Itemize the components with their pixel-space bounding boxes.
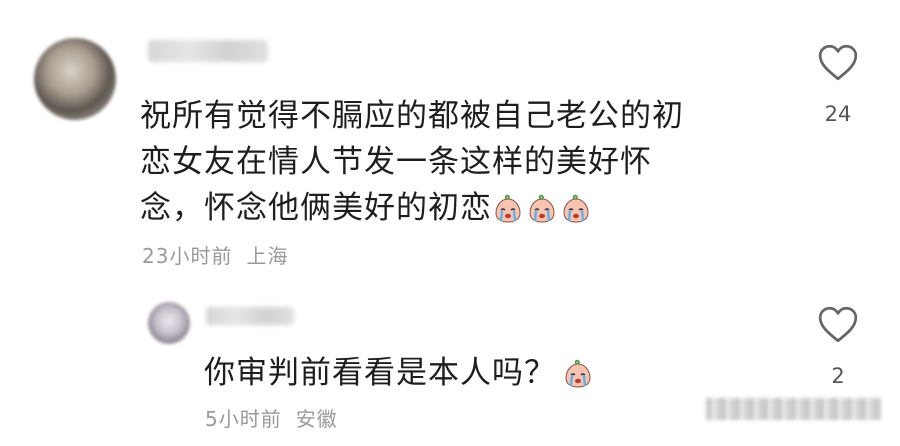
comment-text-line: 念，怀念他俩美好的初恋 bbox=[140, 185, 684, 231]
comment-text: 你审判前看看是本人吗？ bbox=[204, 350, 596, 396]
comment-location: 上海 bbox=[246, 244, 289, 268]
heart-outline-icon bbox=[817, 306, 859, 344]
comment-text-line: 你审判前看看是本人吗？ bbox=[204, 350, 596, 396]
crying-face-emoji-icon bbox=[560, 193, 592, 225]
comment-time: 23小时前 bbox=[142, 244, 233, 268]
comment-text-line: 恋女友在情人节发一条这样的美好怀 bbox=[140, 144, 652, 180]
crying-face-emoji-icon bbox=[562, 358, 594, 390]
comment-text-line: 祝所有觉得不膈应的都被自己老公的初 bbox=[140, 98, 684, 134]
crying-face-emoji-icon bbox=[492, 193, 524, 225]
comment-location: 安徽 bbox=[295, 407, 338, 431]
comment-meta: 5小时前 安徽 bbox=[205, 403, 338, 432]
comment-time: 5小时前 bbox=[205, 407, 282, 431]
comment-text: 祝所有觉得不膈应的都被自己老公的初 恋女友在情人节发一条这样的美好怀 念，怀念他… bbox=[140, 93, 684, 231]
comment-text-segment: 念，怀念他俩美好的初恋 bbox=[140, 190, 492, 226]
avatar[interactable] bbox=[34, 38, 116, 120]
like-count: 2 bbox=[831, 364, 845, 388]
username-blurred[interactable] bbox=[206, 307, 294, 325]
watermark-blurred bbox=[706, 398, 882, 420]
like-button[interactable]: 24 bbox=[808, 44, 868, 126]
like-button[interactable]: 2 bbox=[808, 306, 868, 388]
comment-meta: 23小时前 上海 bbox=[142, 240, 288, 269]
heart-outline-icon bbox=[817, 44, 859, 82]
username-blurred[interactable] bbox=[148, 40, 268, 62]
avatar[interactable] bbox=[148, 302, 190, 344]
crying-face-emoji-icon bbox=[526, 193, 558, 225]
like-count: 24 bbox=[824, 102, 852, 126]
comment-text-segment: 你审判前看看是本人吗？ bbox=[204, 355, 556, 391]
